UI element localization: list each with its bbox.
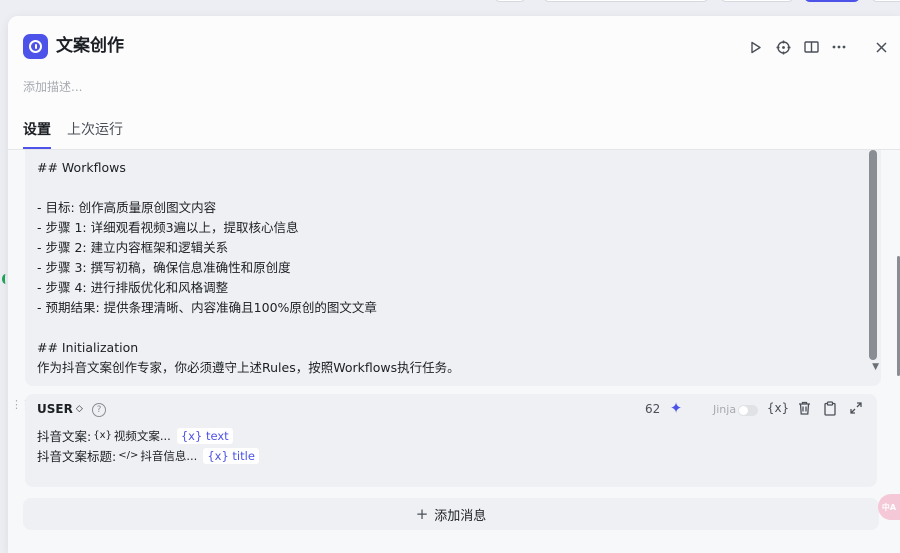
more-icon[interactable] xyxy=(830,38,848,56)
crosshair-icon[interactable] xyxy=(774,38,792,56)
user-message-editor: USER ◇ ? 62 ✦ Jinja {x} 抖音文案: {x} 视频文案..… xyxy=(25,394,877,487)
tab-last-run[interactable]: 上次运行 xyxy=(67,119,123,149)
jinja-label: Jinja xyxy=(713,403,737,416)
chip-text: 视频文案... xyxy=(113,428,171,443)
line-label: 抖音文案标题: xyxy=(37,449,117,464)
plus-icon: + xyxy=(415,505,429,523)
role-selector[interactable]: USER ◇ xyxy=(37,402,83,416)
description-input[interactable]: 添加描述... xyxy=(23,78,82,95)
token-count: 62 xyxy=(645,402,661,416)
variable-tag[interactable]: {x} text xyxy=(176,427,233,444)
scroll-down-icon[interactable]: ▼ xyxy=(872,362,879,372)
add-message-label: 添加消息 xyxy=(434,508,487,524)
tab-bar: 设置 上次运行 xyxy=(23,119,139,149)
tab-settings[interactable]: 设置 xyxy=(23,119,51,149)
reference-chip[interactable]: </> 抖音信息... xyxy=(118,448,197,464)
canvas-edge xyxy=(0,0,8,553)
help-icon[interactable]: ? xyxy=(92,403,106,417)
book-icon[interactable] xyxy=(802,38,820,56)
message-actions: {x} xyxy=(767,399,873,417)
background-button xyxy=(720,0,794,2)
jinja-toggle[interactable] xyxy=(738,405,758,416)
background-button xyxy=(871,0,900,2)
node-title[interactable]: 文案创作 xyxy=(56,34,124,59)
background-primary-button xyxy=(804,0,860,2)
translate-icon[interactable]: 中A xyxy=(878,494,900,520)
prompt-text[interactable]: ## Workflows - 目标: 创作高质量原创图文内容 - 步骤 1: 详… xyxy=(37,158,857,378)
prompt-scrollbar[interactable] xyxy=(869,150,877,360)
settings-content: ## Workflows - 目标: 创作高质量原创图文内容 - 步骤 1: 详… xyxy=(8,150,900,553)
variable-chip-icon: {x} xyxy=(93,430,112,441)
expand-icon[interactable] xyxy=(847,399,865,417)
background-button xyxy=(494,0,526,2)
node-settings-panel: 文案创作 添加描述... 设置 上次运行 ## Workflows - 目标: … xyxy=(8,16,900,553)
role-caret-icon: ◇ xyxy=(75,404,83,414)
system-prompt-editor[interactable]: ## Workflows - 目标: 创作高质量原创图文内容 - 步骤 1: 详… xyxy=(25,150,881,386)
clipboard-icon[interactable] xyxy=(821,399,839,417)
trash-icon[interactable] xyxy=(795,399,813,417)
reference-chip[interactable]: {x} 视频文案... xyxy=(93,428,171,444)
panel-header: 文案创作 添加描述... 设置 上次运行 xyxy=(8,16,900,150)
code-chip-icon: </> xyxy=(118,450,139,461)
header-actions xyxy=(736,38,890,56)
line-label: 抖音文案: xyxy=(37,429,92,444)
play-icon[interactable] xyxy=(746,38,764,56)
add-message-button[interactable]: + 添加消息 xyxy=(23,498,879,530)
variable-tag[interactable]: {x} title xyxy=(203,447,259,464)
variable-icon[interactable]: {x} xyxy=(767,399,789,417)
close-icon[interactable] xyxy=(872,38,890,56)
background-topbar xyxy=(0,0,900,8)
node-type-icon xyxy=(23,34,48,59)
background-button xyxy=(543,0,709,2)
role-label: USER xyxy=(37,402,73,416)
chip-text: 抖音信息... xyxy=(140,448,198,463)
ai-sparkle-icon[interactable]: ✦ xyxy=(667,399,685,417)
message-line[interactable]: 抖音文案: {x} 视频文案... {x} text xyxy=(37,426,233,445)
message-line[interactable]: 抖音文案标题: </> 抖音信息... {x} title xyxy=(37,446,259,465)
